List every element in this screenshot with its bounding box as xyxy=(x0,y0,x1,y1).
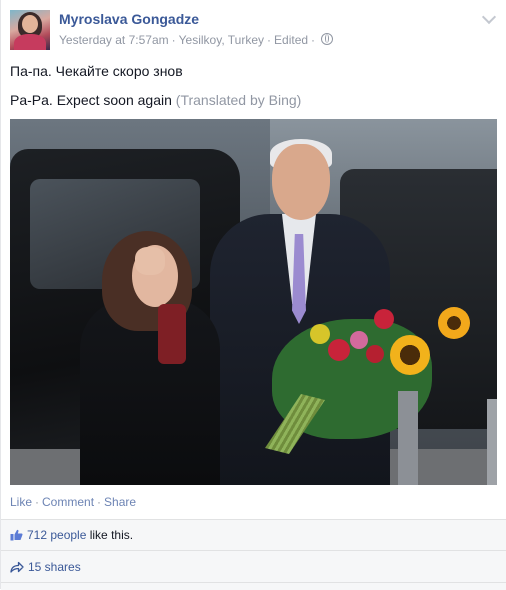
post-text-original: Па-па. Чекайте скоро знов xyxy=(10,63,183,79)
author-avatar[interactable] xyxy=(10,10,50,50)
post-card: Myroslava Gongadze Yesterday at 7:57am · Y… xyxy=(0,0,506,590)
likes-suffix: like this. xyxy=(86,528,134,542)
post-photo[interactable] xyxy=(10,119,497,485)
translated-text: Pa-Pa. Expect soon again xyxy=(10,92,172,108)
likes-row: 712 people like this. xyxy=(1,520,506,551)
shares-count-link[interactable]: 15 shares xyxy=(28,560,81,574)
post-meta: Yesterday at 7:57am · Yesilkoy, Turkey · Edi… xyxy=(59,33,334,47)
author-name[interactable]: Myroslava Gongadze xyxy=(59,11,199,27)
likes-count-link[interactable]: 712 people xyxy=(27,528,86,542)
comment-link[interactable]: Comment xyxy=(42,495,94,509)
share-arrow-icon xyxy=(10,561,24,573)
chevron-down-icon[interactable] xyxy=(481,9,497,25)
like-link[interactable]: Like xyxy=(10,495,32,509)
thumbs-up-icon xyxy=(10,529,23,541)
post-actions: Like · Comment · Share xyxy=(10,495,137,509)
post-text-translated: Pa-Pa. Expect soon again (Translated by … xyxy=(10,92,301,108)
share-link[interactable]: Share xyxy=(104,495,136,509)
edited-label[interactable]: Edited xyxy=(274,33,308,47)
shares-row: 15 shares xyxy=(1,552,506,583)
post-location[interactable]: Yesilkoy, Turkey xyxy=(179,33,264,47)
post-timestamp[interactable]: Yesterday at 7:57am xyxy=(59,33,169,47)
ufi-feedback: 712 people like this. 15 shares xyxy=(1,519,506,590)
translated-by-label[interactable]: (Translated by Bing) xyxy=(176,92,302,108)
globe-icon[interactable] xyxy=(321,33,334,45)
